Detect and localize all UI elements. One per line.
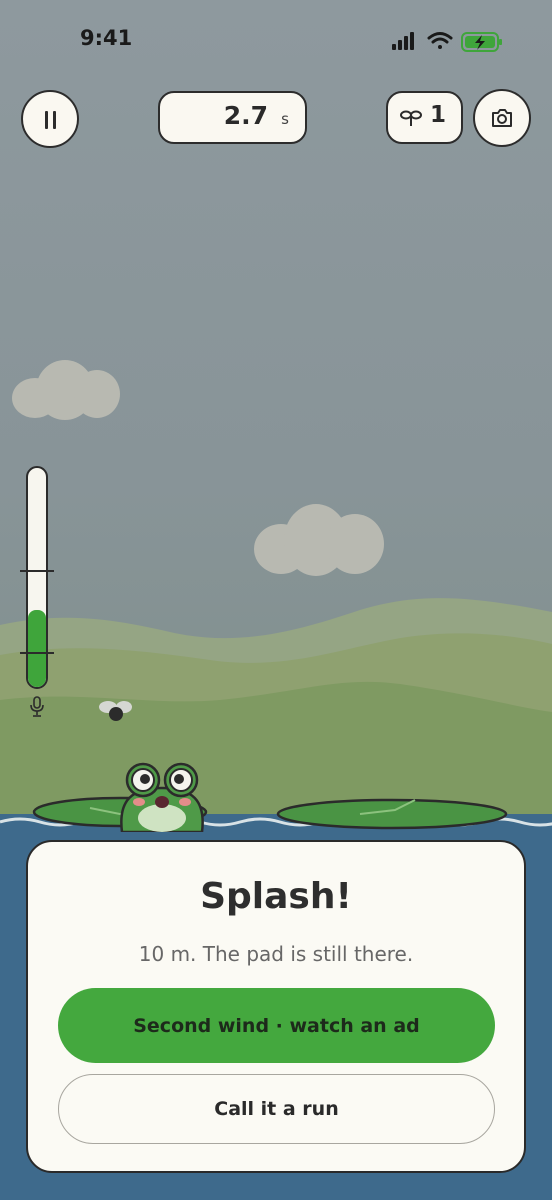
pause-icon (45, 111, 48, 129)
status-time: 9:41 (80, 26, 133, 50)
cellular-signal-icon (392, 32, 414, 50)
lily-pad-right (276, 798, 508, 830)
timer-unit: s (281, 110, 289, 128)
breath-meter-fill (28, 610, 46, 687)
result-subtitle: 10 m. The pad is still there. (138, 942, 414, 966)
microphone-icon (30, 696, 44, 717)
battery-charging-icon (461, 32, 502, 52)
breath-meter (26, 466, 48, 689)
camera-button[interactable] (473, 89, 531, 147)
seed-count: 1 (429, 102, 446, 128)
sprout-icon (400, 110, 422, 126)
game-scene[interactable]: 9:41 2.7 s 1 Splash! 10 m. The pad is st… (0, 0, 552, 1200)
call-it-a-run-button[interactable]: Call it a run (58, 1074, 495, 1144)
result-panel: Splash! 10 m. The pad is still there. Se… (26, 840, 526, 1173)
result-title: Splash! (200, 876, 352, 917)
second-wind-button[interactable]: Second wind · watch an ad (58, 988, 495, 1063)
pause-icon-bar (53, 111, 56, 129)
camera-icon (492, 109, 512, 127)
status-icons (392, 32, 502, 52)
meter-threshold-upper (20, 570, 54, 572)
cloud-right (254, 504, 386, 576)
cloud-left (12, 360, 122, 420)
timer-display: 2.7 s (158, 91, 307, 144)
fly-icon (99, 701, 132, 721)
lily-pads (32, 796, 508, 830)
wifi-icon (427, 32, 453, 49)
frog-character (120, 762, 204, 832)
timer-value: 2.7 (223, 101, 268, 130)
meter-threshold-lower (20, 652, 54, 654)
seed-counter: 1 (386, 91, 463, 144)
pause-button[interactable] (21, 90, 79, 148)
